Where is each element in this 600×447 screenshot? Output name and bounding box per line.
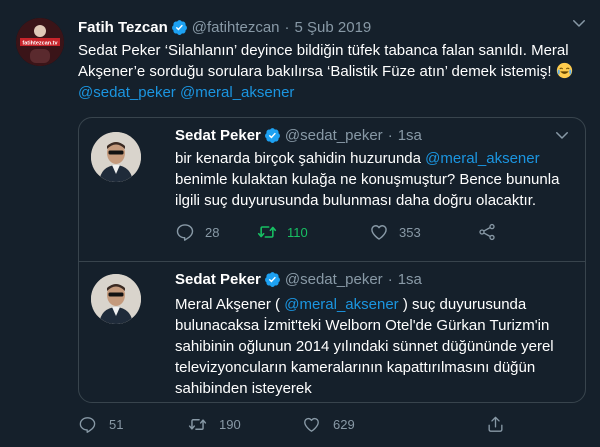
retweet-count: 110 xyxy=(287,224,308,240)
avatar[interactable]: fatihtezcan.tv xyxy=(16,18,64,66)
chevron-down-icon[interactable] xyxy=(570,14,588,32)
quote-text-before: bir kenarda birçok şahidin huzurunda xyxy=(175,150,426,167)
reply-button[interactable]: 51 xyxy=(78,413,123,435)
like-count: 629 xyxy=(333,416,355,432)
handle[interactable]: @sedat_peker xyxy=(285,127,383,144)
like-button[interactable]: 353 xyxy=(369,220,421,244)
like-count: 353 xyxy=(399,224,421,240)
timestamp[interactable]: 5 Şub 2019 xyxy=(295,19,372,36)
quote-header: Sedat Peker @sedat_peker · 1sa xyxy=(175,124,422,146)
avatar-image xyxy=(91,274,141,324)
retweet-button[interactable]: 110 xyxy=(257,220,308,244)
mention-link[interactable]: @meral_aksener xyxy=(425,150,539,167)
reply-icon xyxy=(176,224,194,241)
handle[interactable]: @fatihtezcan xyxy=(192,19,280,36)
mention-link[interactable]: @meral_aksener xyxy=(284,296,398,313)
display-name[interactable]: Sedat Peker xyxy=(175,127,261,144)
quoted-tweets-card[interactable]: Sedat Peker @sedat_peker · 1sa bir kenar… xyxy=(78,117,586,403)
tweet-header: Fatih Tezcan @fatihtezcan · 5 Şub 2019 xyxy=(78,16,371,38)
avatar[interactable] xyxy=(91,274,141,324)
tweet-body: Sedat Peker ‘Silahlanın’ deyince bildiği… xyxy=(78,42,569,80)
timestamp[interactable]: 1sa xyxy=(398,271,422,288)
quote-text: bir kenarda birçok şahidin huzurunda @me… xyxy=(175,148,575,211)
share-button[interactable] xyxy=(477,220,507,244)
share-icon xyxy=(479,223,495,241)
retweet-icon xyxy=(188,418,207,430)
quote-header: Sedat Peker @sedat_peker · 1sa xyxy=(175,268,422,290)
display-name[interactable]: Sedat Peker xyxy=(175,271,261,288)
share-icon xyxy=(488,416,503,432)
chevron-down-icon[interactable] xyxy=(553,126,571,144)
separator: · xyxy=(387,270,393,288)
retweet-button[interactable]: 190 xyxy=(188,413,241,435)
divider xyxy=(79,261,585,262)
quote-actions: 28 110 353 xyxy=(175,220,515,244)
reply-button[interactable]: 28 xyxy=(175,220,219,244)
verified-icon xyxy=(264,127,281,144)
timestamp[interactable]: 1sa xyxy=(398,127,422,144)
share-button[interactable] xyxy=(486,413,517,435)
handle[interactable]: @sedat_peker xyxy=(285,271,383,288)
avatar-image: fatihtezcan.tv xyxy=(16,18,64,66)
reply-count: 28 xyxy=(205,224,220,240)
verified-icon xyxy=(171,19,188,36)
mention-link[interactable]: @sedat_peker xyxy=(78,84,176,101)
quote-text: Meral Akşener ( @meral_aksener ) suç duy… xyxy=(175,294,575,399)
tweet-text: Sedat Peker ‘Silahlanın’ deyince bildiği… xyxy=(78,40,586,103)
quote-text-before: Meral Akşener ( xyxy=(175,296,285,313)
tweet-actions: 51 190 629 xyxy=(78,413,588,437)
heart-icon xyxy=(304,417,319,432)
tweet: fatihtezcan.tv Fatih Tezcan @fatihtezcan… xyxy=(0,0,600,447)
like-button[interactable]: 629 xyxy=(302,413,355,435)
retweet-icon xyxy=(257,226,277,238)
reply-icon xyxy=(79,416,96,433)
quote-text-after: benimle kulaktan kulağa ne konuşmuştur? … xyxy=(175,171,560,209)
display-name[interactable]: Fatih Tezcan xyxy=(78,19,168,36)
face-with-tears-of-joy-icon xyxy=(556,62,573,79)
avatar-image xyxy=(91,132,141,182)
avatar-logo-text: fatihtezcan.tv xyxy=(22,41,58,47)
reply-count: 51 xyxy=(109,416,124,432)
avatar[interactable] xyxy=(91,132,141,182)
retweet-count: 190 xyxy=(219,416,241,432)
separator: · xyxy=(284,18,290,36)
verified-icon xyxy=(264,271,281,288)
separator: · xyxy=(387,126,393,144)
mention-link[interactable]: @meral_aksener xyxy=(180,84,294,101)
heart-icon xyxy=(371,225,387,240)
